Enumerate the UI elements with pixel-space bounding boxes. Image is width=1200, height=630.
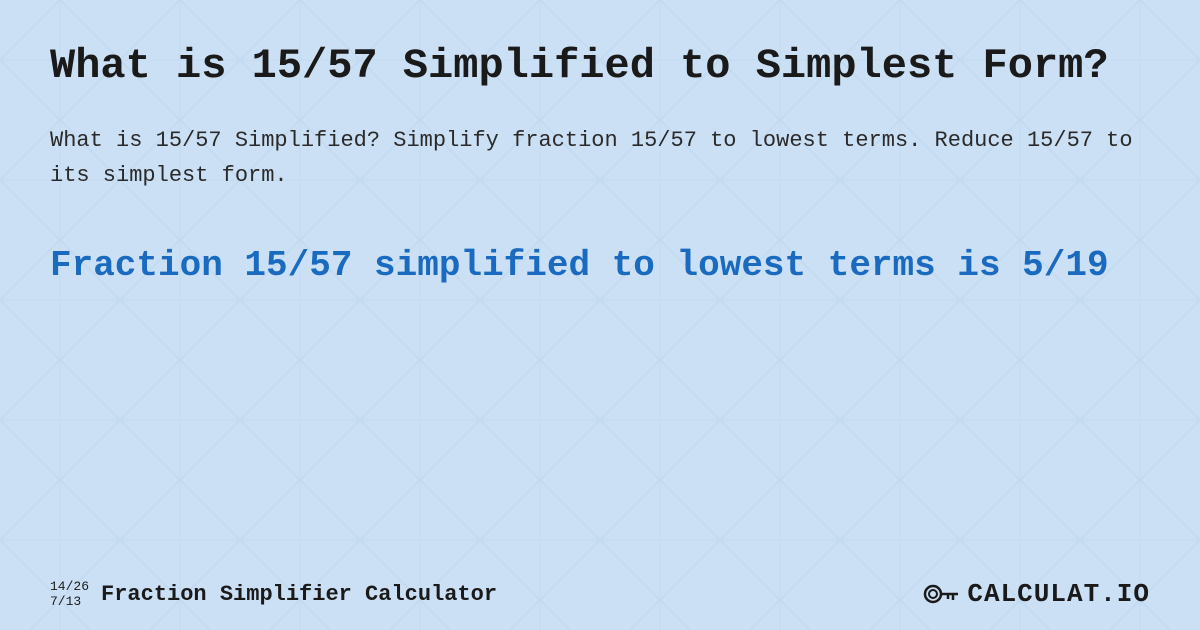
key-icon	[923, 580, 959, 608]
result-title: Fraction 15/57 simplified to lowest term…	[50, 243, 1150, 290]
page-title: What is 15/57 Simplified to Simplest For…	[50, 40, 1150, 93]
description-text: What is 15/57 Simplified? Simplify fract…	[50, 123, 1150, 193]
result-section: Fraction 15/57 simplified to lowest term…	[50, 243, 1150, 290]
footer: 14/26 7/13 Fraction Simplifier Calculato…	[50, 579, 1150, 610]
footer-right: CALCULAT.IO	[923, 579, 1150, 609]
footer-left: 14/26 7/13 Fraction Simplifier Calculato…	[50, 579, 497, 610]
footer-brand: Fraction Simplifier Calculator	[101, 582, 497, 607]
fraction-bottom: 7/13	[50, 594, 89, 610]
fraction-top: 14/26	[50, 579, 89, 595]
fraction-stack: 14/26 7/13	[50, 579, 89, 610]
brand-logo: CALCULAT.IO	[967, 579, 1150, 609]
